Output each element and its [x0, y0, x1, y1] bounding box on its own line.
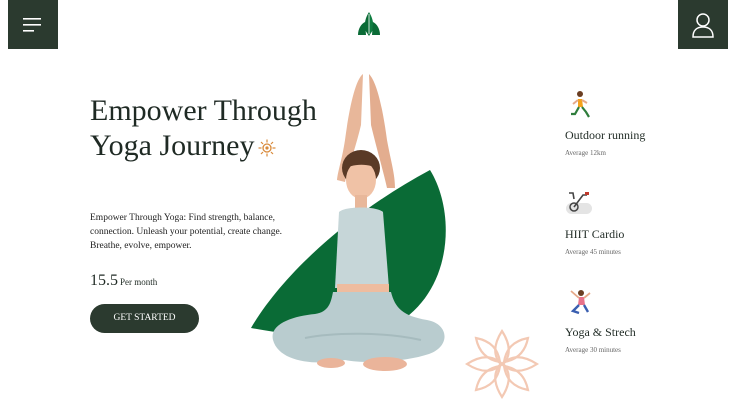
feature-outdoor-running[interactable]: Outdoor running Average 12km — [565, 90, 705, 157]
feature-title: Outdoor running — [565, 128, 646, 142]
feature-hiit-cardio[interactable]: HIIT Cardio Average 45 minutes — [565, 189, 705, 256]
price-unit: Per month — [120, 277, 158, 287]
yoga-hero-illustration — [251, 74, 446, 371]
feature-title: HIIT Cardio — [565, 227, 625, 241]
feature-subtitle: Average 45 minutes — [565, 248, 621, 256]
feature-yoga-stretch[interactable]: Yoga & Strech Average 30 minutes — [565, 287, 705, 354]
lotus-flower-icon — [464, 328, 540, 400]
yoga-pose-person-icon — [570, 290, 591, 315]
get-started-button[interactable]: GET STARTED — [90, 304, 199, 333]
user-profile-icon — [692, 12, 714, 38]
price-value: 15.5 — [90, 272, 118, 289]
feature-subtitle: Average 12km — [565, 149, 606, 157]
user-profile-button[interactable] — [678, 0, 728, 49]
exercise-bike-icon — [566, 192, 592, 214]
feature-subtitle: Average 30 minutes — [565, 346, 621, 354]
hamburger-menu-icon — [23, 17, 41, 32]
running-person-icon — [571, 91, 590, 118]
feature-title: Yoga & Strech — [565, 325, 636, 339]
price: 15.5 Per month — [90, 272, 157, 290]
praying-hands-logo-icon[interactable] — [355, 10, 383, 38]
menu-button[interactable] — [8, 0, 58, 49]
